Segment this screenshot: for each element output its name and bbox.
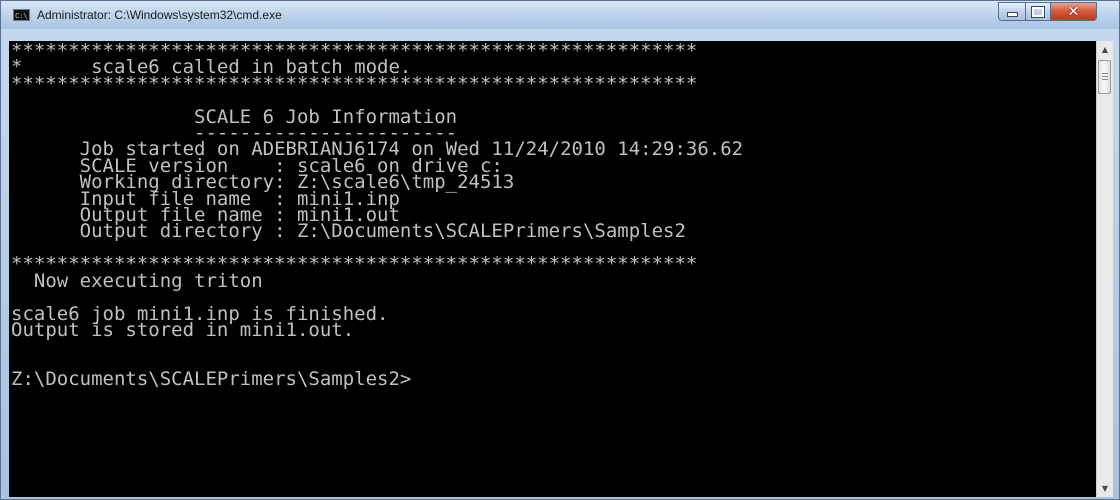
console-line: Output is stored in mini1.out.	[11, 318, 355, 341]
console-line: Z:\Documents\SCALEPrimers\Samples2>	[11, 368, 412, 391]
scrollbar-thumb[interactable]	[1098, 60, 1111, 94]
grip-icon	[1102, 73, 1108, 80]
close-icon: ✕	[1067, 3, 1080, 20]
minimize-button[interactable]	[998, 2, 1025, 21]
title-bar[interactable]: C:\ Administrator: C:\Windows\system32\c…	[1, 1, 1119, 29]
scroll-down-arrow-icon[interactable]: ▼	[1097, 480, 1113, 497]
console-line: Output directory : Z:\Documents\SCALEPri…	[11, 220, 686, 243]
window-title: Administrator: C:\Windows\system32\cmd.e…	[37, 8, 282, 22]
console-text: ****************************************…	[9, 41, 1096, 391]
minimize-icon	[1006, 12, 1018, 17]
console-line: Now executing triton	[11, 269, 263, 292]
cmd-window: C:\ Administrator: C:\Windows\system32\c…	[0, 0, 1120, 500]
console-output[interactable]: ****************************************…	[9, 41, 1096, 497]
close-button[interactable]: ✕	[1051, 2, 1097, 21]
scroll-up-arrow-icon[interactable]: ▲	[1097, 41, 1113, 58]
console-line: ****************************************…	[11, 72, 698, 95]
maximize-button[interactable]	[1025, 2, 1051, 21]
cmd-icon[interactable]: C:\	[13, 9, 30, 21]
vertical-scrollbar[interactable]: ▲ ▼	[1096, 41, 1113, 497]
maximize-icon	[1031, 5, 1045, 18]
